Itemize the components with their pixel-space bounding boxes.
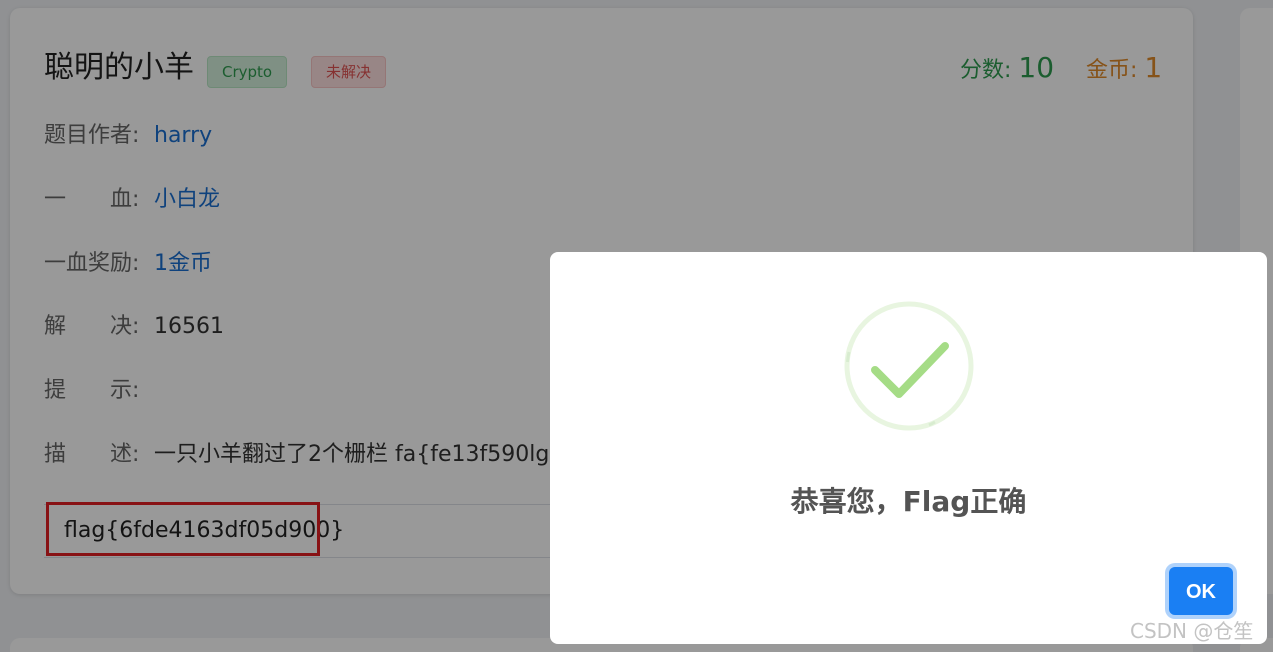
ok-button[interactable]: OK <box>1169 567 1233 615</box>
dialog-message: 恭喜您，Flag正确 <box>790 485 1027 518</box>
watermark-text: CSDN @仓笙 <box>1130 619 1254 643</box>
success-dialog: 恭喜您，Flag正确 OK <box>550 252 1267 644</box>
success-check-icon <box>843 300 975 432</box>
